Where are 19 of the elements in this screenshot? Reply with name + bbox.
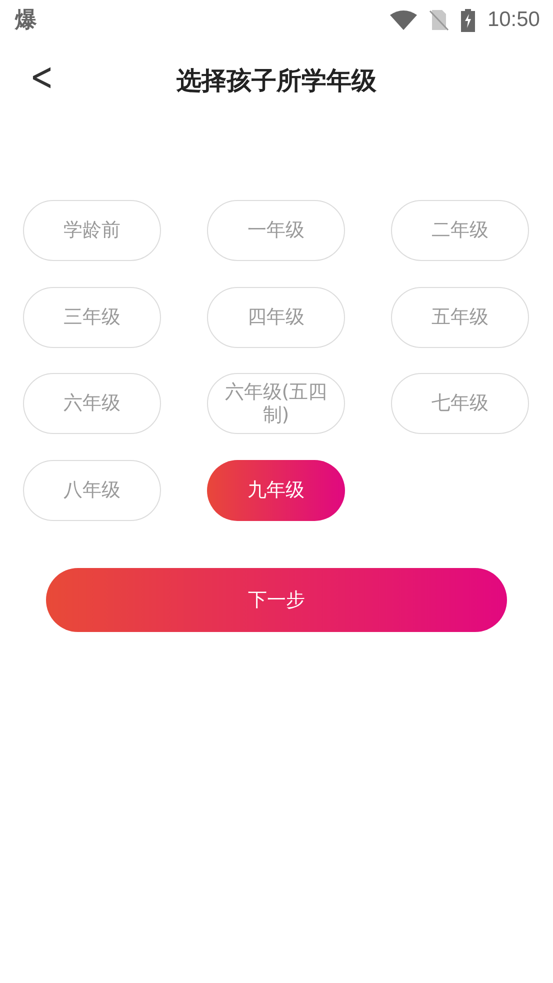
grade-option[interactable]: 五年级 [391, 286, 529, 348]
wifi-icon [390, 10, 418, 30]
grade-option[interactable]: 九年级 [207, 460, 345, 520]
grade-option[interactable]: 七年级 [391, 373, 529, 434]
grade-option[interactable]: 四年级 [207, 286, 345, 348]
grade-option[interactable]: 学龄前 [23, 200, 161, 261]
clock-time: 10:50 [487, 8, 540, 32]
grade-option[interactable]: 三年级 [23, 286, 161, 348]
grade-option[interactable]: 六年级(五四制) [207, 373, 345, 434]
grade-option[interactable]: 八年级 [23, 460, 161, 520]
no-sim-icon [429, 9, 450, 31]
grade-option[interactable]: 六年级 [23, 373, 161, 434]
notification-text: 爆 [15, 7, 37, 35]
back-button[interactable]: < [26, 53, 58, 100]
grade-option[interactable]: 二年级 [391, 200, 529, 261]
grade-option[interactable]: 一年级 [207, 200, 345, 261]
page-title: 选择孩子所学年级 [176, 64, 376, 96]
battery-icon [461, 8, 476, 32]
next-button[interactable]: 下一步 [46, 568, 507, 632]
